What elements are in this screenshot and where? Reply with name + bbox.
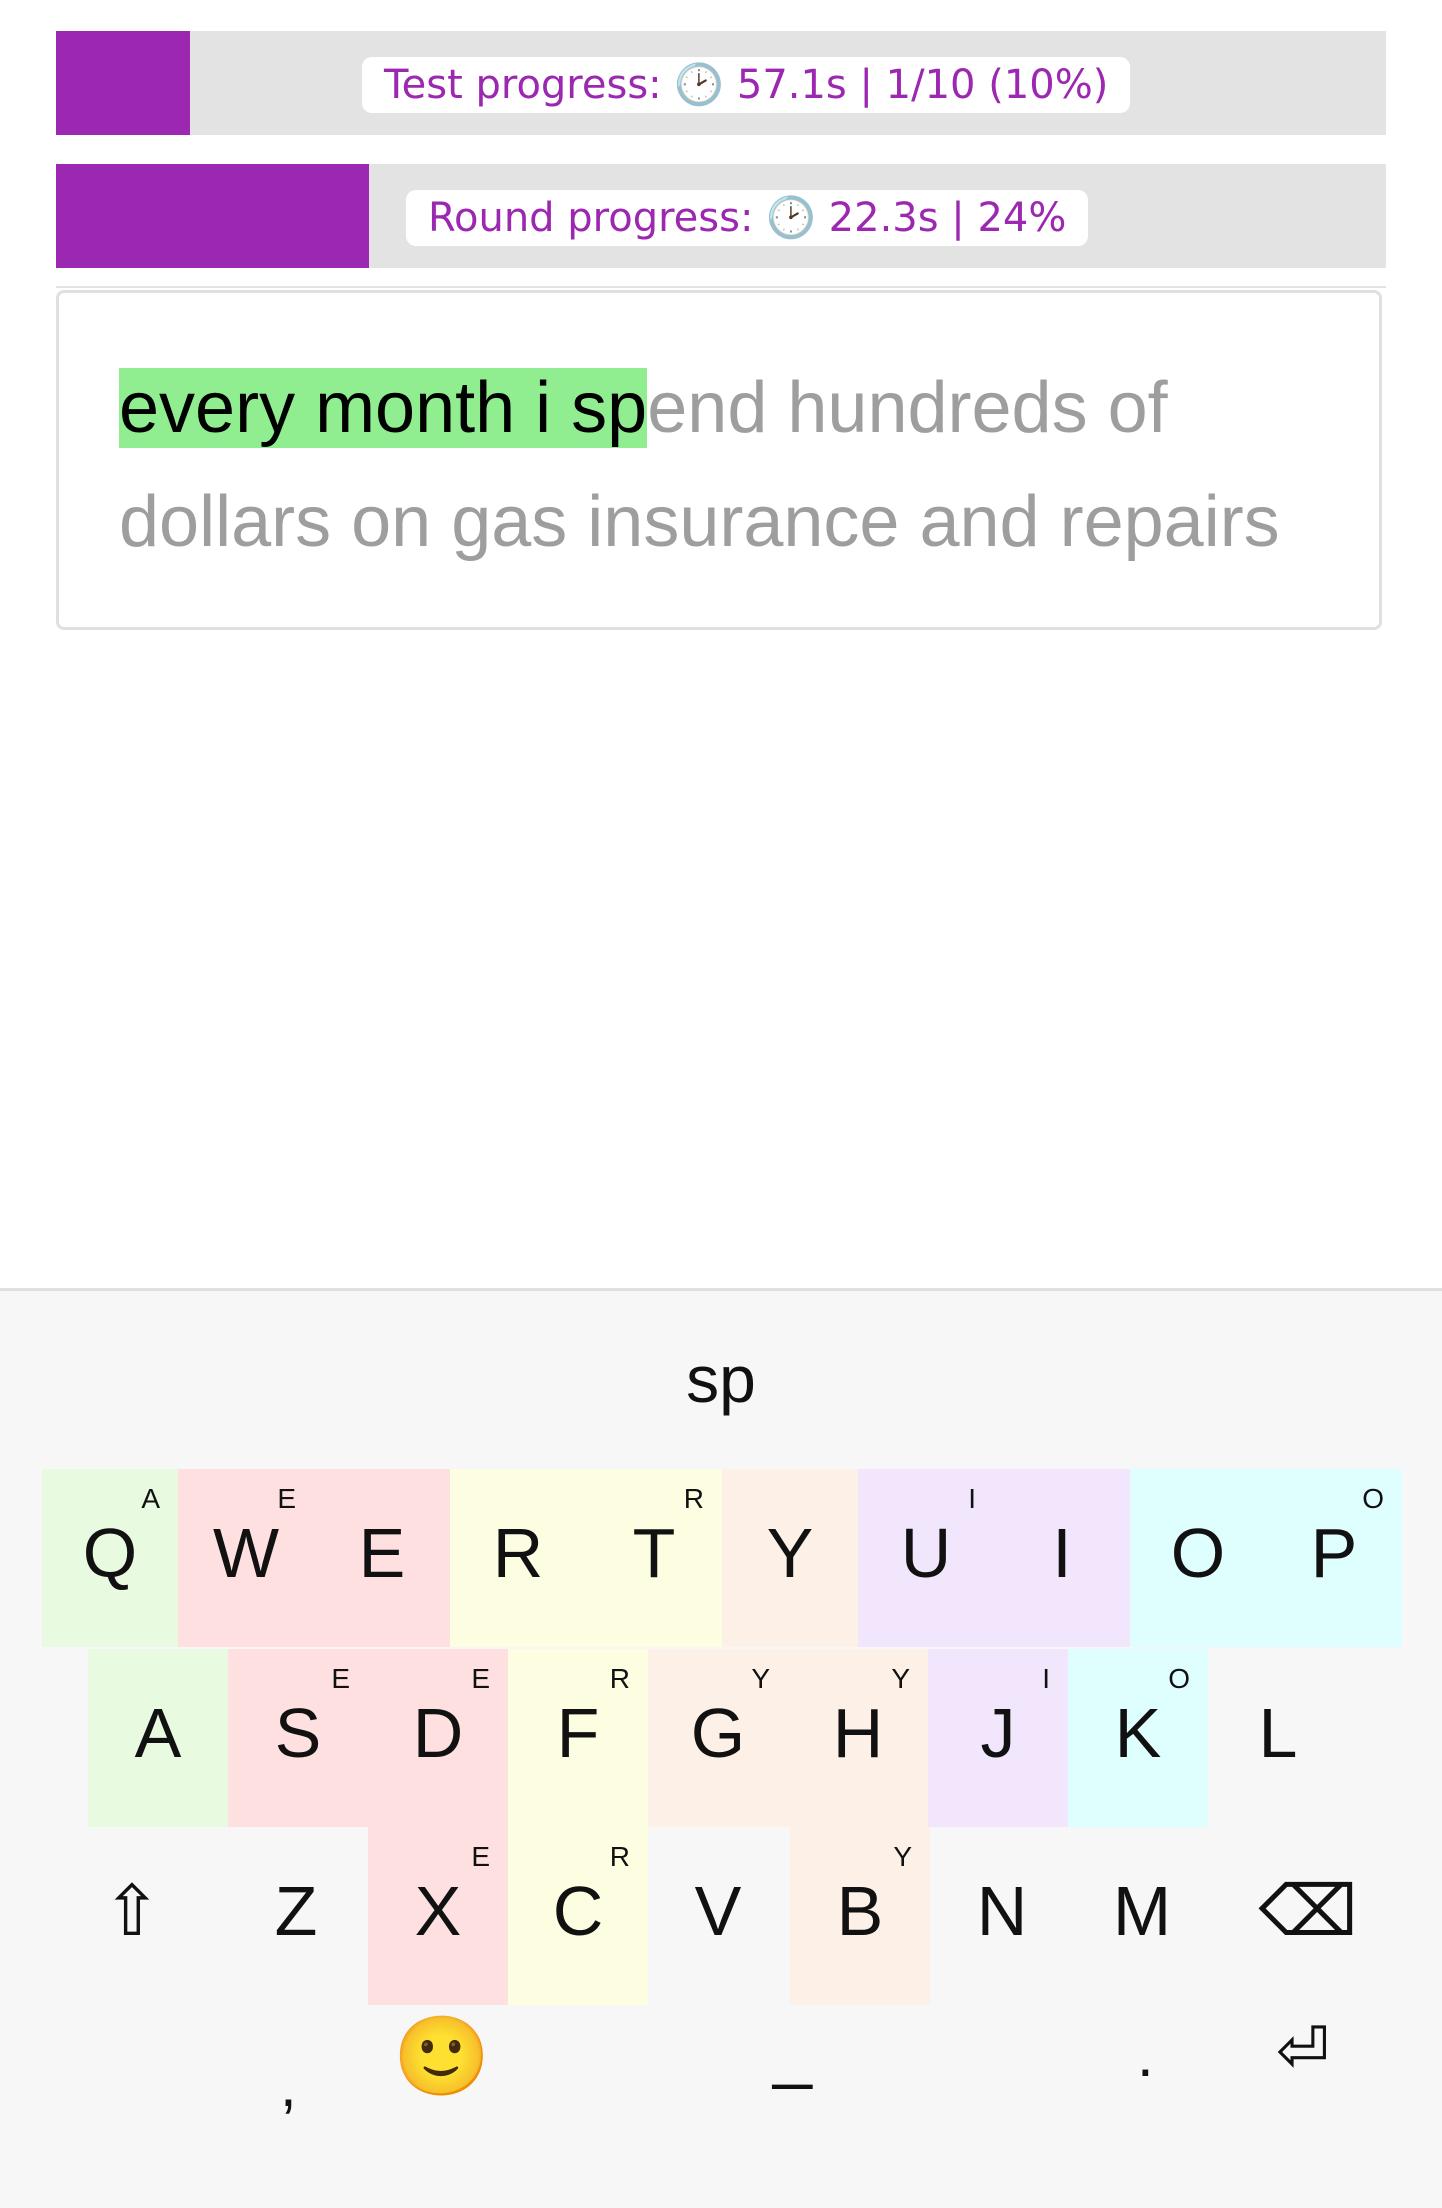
key-hint: Y — [751, 1663, 770, 1694]
key-label: H — [832, 1694, 884, 1772]
key-hint: R — [683, 1483, 704, 1514]
key-hint: R — [609, 1841, 630, 1872]
key-u[interactable]: UI — [858, 1469, 994, 1647]
key-j[interactable]: JI — [928, 1649, 1068, 1827]
key-shift[interactable]: ⇧ — [62, 1827, 202, 2005]
key-label: F — [556, 1694, 600, 1772]
keyboard: sp QAWEERTRYUIIOPO ASEDEFRGYHYJIKOL ⇧ Z X E… — [0, 1288, 1442, 2208]
key-p[interactable]: PO — [1266, 1469, 1402, 1647]
round-progress-fill — [56, 164, 369, 268]
key-label: J — [980, 1694, 1016, 1772]
key-label: N — [976, 1872, 1028, 1950]
key-label: Y — [766, 1514, 814, 1592]
composing-suggestion[interactable]: sp — [0, 1341, 1442, 1417]
key-w[interactable]: WE — [178, 1469, 314, 1647]
key-n[interactable]: N — [932, 1827, 1072, 2005]
prompt-box: every month i spend hundreds of dollars … — [56, 290, 1382, 630]
key-label: A — [134, 1694, 182, 1772]
round-progress-bar: Round progress: 🕑 22.3s | 24% — [56, 164, 1386, 268]
key-o[interactable]: O — [1130, 1469, 1266, 1647]
round-progress-label: Round progress: 🕑 22.3s | 24% — [406, 190, 1089, 246]
key-label: L — [1258, 1694, 1298, 1772]
key-label: W — [212, 1514, 280, 1592]
key-hint: O — [1168, 1663, 1190, 1694]
key-label: E — [358, 1514, 406, 1592]
period-key[interactable]: . — [1137, 2021, 1154, 2090]
key-label: S — [274, 1694, 322, 1772]
key-hint: E — [277, 1483, 296, 1514]
key-label: D — [412, 1694, 464, 1772]
key-b[interactable]: BY — [790, 1827, 930, 2005]
test-progress-fill — [56, 31, 190, 135]
key-i[interactable]: I — [994, 1469, 1130, 1647]
key-label: ⇧ — [102, 1872, 162, 1950]
key-hint: I — [1042, 1663, 1050, 1694]
key-label: B — [836, 1872, 884, 1950]
test-progress-bar: Test progress: 🕑 57.1s | 1/10 (10%) — [56, 31, 1386, 135]
key-f[interactable]: FR — [508, 1649, 648, 1827]
key-hint: E — [471, 1663, 490, 1694]
key-hint: E — [471, 1841, 490, 1872]
key-hint: E — [331, 1663, 350, 1694]
key-hint: R — [609, 1663, 630, 1694]
key-a[interactable]: A — [88, 1649, 228, 1827]
key-q[interactable]: QA — [42, 1469, 178, 1647]
key-z[interactable]: Z — [226, 1827, 366, 2005]
key-h[interactable]: HY — [788, 1649, 928, 1827]
key-label: Q — [82, 1514, 138, 1592]
key-label: Z — [274, 1872, 318, 1950]
key-c[interactable]: CR — [508, 1827, 648, 2005]
typed-text: every month i sp — [119, 368, 648, 448]
key-hint: I — [968, 1483, 976, 1514]
space-key[interactable]: _ — [773, 2011, 812, 2091]
key-v[interactable]: V — [648, 1827, 788, 2005]
key-label: G — [690, 1694, 746, 1772]
key-hint: Y — [891, 1663, 910, 1694]
key-label: V — [694, 1872, 742, 1950]
key-label: T — [632, 1514, 676, 1592]
enter-key[interactable]: ⏎ — [1276, 2013, 1330, 2088]
emoji-key[interactable]: 🙂 — [393, 2011, 490, 2103]
key-label: P — [1310, 1514, 1358, 1592]
key-s[interactable]: SE — [228, 1649, 368, 1827]
prompt-text: every month i spend hundreds of dollars … — [119, 351, 1369, 579]
key-label: M — [1112, 1872, 1172, 1950]
key-label: U — [900, 1514, 952, 1592]
test-progress-label: Test progress: 🕑 57.1s | 1/10 (10%) — [362, 57, 1131, 113]
key-label: O — [1170, 1514, 1226, 1592]
comma-key[interactable]: , — [280, 2051, 297, 2120]
key-label: X — [414, 1872, 462, 1950]
key-m[interactable]: M — [1072, 1827, 1212, 2005]
key-t[interactable]: TR — [586, 1469, 722, 1647]
key-label: C — [552, 1872, 604, 1950]
key-label: K — [1114, 1694, 1162, 1772]
key-label: I — [1052, 1514, 1072, 1592]
key-label: ⌫ — [1258, 1872, 1358, 1950]
key-e[interactable]: E — [314, 1469, 450, 1647]
key-l[interactable]: L — [1208, 1649, 1348, 1827]
key-hint: O — [1362, 1483, 1384, 1514]
key-hint: Y — [893, 1841, 912, 1872]
key-backspace[interactable]: ⌫ — [1238, 1827, 1378, 2005]
key-d[interactable]: DE — [368, 1649, 508, 1827]
key-label: R — [492, 1514, 544, 1592]
key-y[interactable]: Y — [722, 1469, 858, 1647]
key-k[interactable]: KO — [1068, 1649, 1208, 1827]
key-x[interactable]: XE — [368, 1827, 508, 2005]
key-g[interactable]: GY — [648, 1649, 788, 1827]
key-r[interactable]: R — [450, 1469, 586, 1647]
divider — [56, 286, 1386, 288]
key-hint: A — [141, 1483, 160, 1514]
